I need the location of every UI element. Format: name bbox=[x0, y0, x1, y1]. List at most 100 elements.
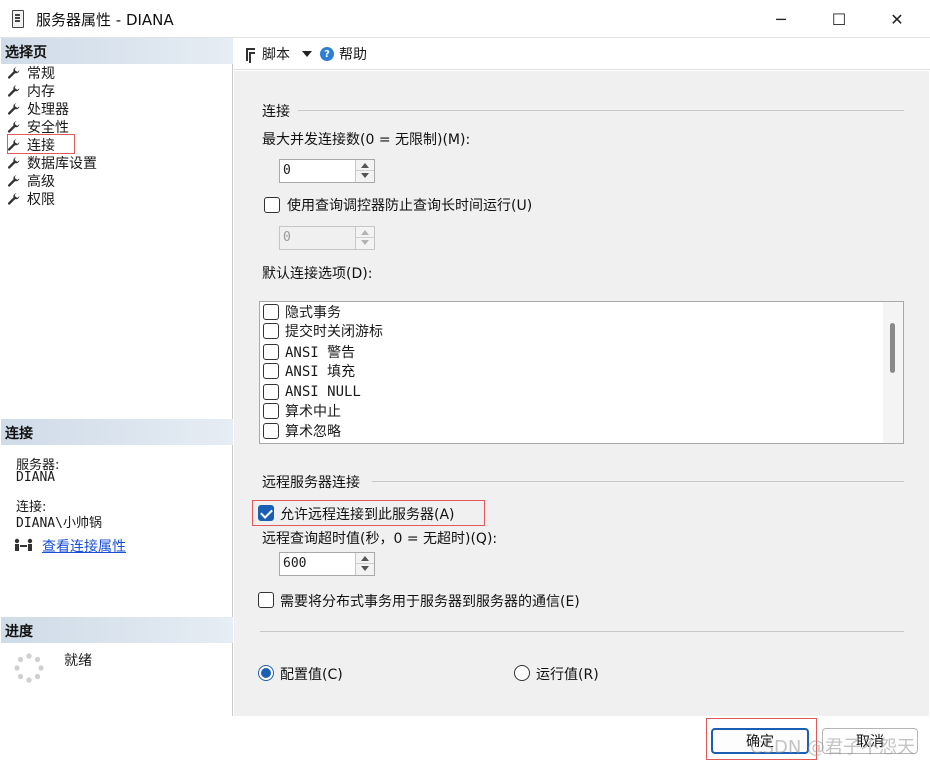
option-checkbox[interactable] bbox=[263, 323, 279, 339]
wrench-icon bbox=[7, 120, 21, 134]
list-item[interactable]: 算术中止 bbox=[263, 401, 341, 421]
help-button[interactable]: 帮助 bbox=[339, 44, 367, 64]
query-governor-label: 使用查询调控器防止查询长时间运行(U) bbox=[287, 198, 533, 214]
nav-item-label: 权限 bbox=[27, 192, 55, 208]
remote-timeout-label: 远程查询超时值(秒，0 = 无超时)(Q): bbox=[262, 531, 498, 547]
up-arrow-icon bbox=[361, 230, 369, 235]
option-label: ANSI 填充 bbox=[285, 364, 356, 380]
down-arrow-icon[interactable] bbox=[361, 566, 369, 571]
spinner-arrows[interactable] bbox=[355, 553, 374, 575]
maximize-button[interactable]: ☐ bbox=[816, 0, 862, 38]
help-icon[interactable]: ? bbox=[320, 47, 334, 61]
list-item[interactable]: ANSI 警告 bbox=[263, 342, 355, 362]
wrench-icon bbox=[7, 174, 21, 188]
nav-item-database-settings[interactable]: 数据库设置 bbox=[7, 154, 97, 172]
running-value-radio[interactable] bbox=[514, 665, 530, 681]
option-label: 提交时关闭游标 bbox=[285, 324, 383, 340]
option-label: ANSI 警告 bbox=[285, 345, 356, 361]
list-item[interactable]: ANSI 填充 bbox=[263, 361, 355, 381]
list-item[interactable]: ANSI NULL bbox=[263, 382, 361, 402]
scrollbar-thumb[interactable] bbox=[890, 323, 895, 373]
option-checkbox[interactable] bbox=[263, 403, 279, 419]
connection-value: DIANA\小帅锅 bbox=[16, 516, 102, 531]
toolbar: 脚本 ? 帮助 bbox=[234, 38, 930, 70]
selected-item-highlight bbox=[7, 134, 75, 154]
nav-item-label: 数据库设置 bbox=[27, 156, 97, 172]
wrench-icon bbox=[7, 102, 21, 116]
wrench-icon bbox=[7, 192, 21, 206]
option-checkbox[interactable] bbox=[263, 344, 279, 360]
spinner-arrows bbox=[355, 227, 374, 249]
running-value-label: 运行值(R) bbox=[536, 667, 599, 683]
option-checkbox[interactable] bbox=[263, 363, 279, 379]
configured-value-radio[interactable] bbox=[258, 665, 274, 681]
nav-item-processors[interactable]: 处理器 bbox=[7, 100, 69, 118]
left-pane: 选择页 常规 内存 处理器 安全性 连接 数据库设置 高级 权限 连接 服务器:… bbox=[1, 38, 233, 716]
nav-item-label: 常规 bbox=[27, 66, 55, 82]
option-label: 隐式事务 bbox=[285, 305, 341, 321]
group-divider bbox=[372, 481, 904, 482]
default-options-list[interactable]: 隐式事务 提交时关闭游标 ANSI 警告 ANSI 填充 ANSI NULL 算… bbox=[259, 301, 904, 444]
close-button[interactable]: ✕ bbox=[874, 0, 920, 38]
wrench-icon bbox=[7, 66, 21, 80]
script-button[interactable]: 脚本 bbox=[262, 44, 290, 64]
remote-timeout-spinner[interactable]: 600 bbox=[279, 552, 375, 576]
query-governor-spinner: 0 bbox=[279, 226, 375, 250]
divider bbox=[260, 631, 904, 632]
nav-item-general[interactable]: 常规 bbox=[7, 64, 55, 82]
down-arrow-icon bbox=[361, 240, 369, 245]
wrench-icon bbox=[7, 84, 21, 98]
wrench-icon bbox=[7, 156, 21, 170]
nav-item-advanced[interactable]: 高级 bbox=[7, 172, 55, 190]
options-scrollbar[interactable] bbox=[883, 302, 903, 443]
nav-item-memory[interactable]: 内存 bbox=[7, 82, 55, 100]
option-checkbox[interactable] bbox=[263, 423, 279, 439]
option-checkbox[interactable] bbox=[263, 384, 279, 400]
connection-properties-icon bbox=[13, 538, 35, 556]
select-page-header: 选择页 bbox=[1, 38, 233, 64]
script-icon[interactable] bbox=[243, 47, 257, 67]
status-text: 就绪 bbox=[64, 653, 92, 669]
max-connections-value[interactable]: 0 bbox=[283, 163, 291, 178]
option-checkbox[interactable] bbox=[263, 304, 279, 320]
title-bar: 服务器属性 - DIANA ─ ☐ ✕ bbox=[0, 0, 930, 38]
query-governor-checkbox[interactable] bbox=[264, 197, 280, 213]
allow-remote-checkbox[interactable] bbox=[258, 505, 274, 521]
distributed-tx-label: 需要将分布式事务用于服务器到服务器的通信(E) bbox=[280, 594, 580, 610]
distributed-tx-checkbox[interactable] bbox=[258, 592, 274, 608]
progress-spinner-icon bbox=[13, 652, 45, 684]
minimize-button[interactable]: ─ bbox=[758, 0, 804, 38]
list-item[interactable]: 隐式事务 bbox=[263, 302, 341, 322]
down-arrow-icon[interactable] bbox=[361, 173, 369, 178]
configured-value-label: 配置值(C) bbox=[280, 667, 343, 683]
up-arrow-icon[interactable] bbox=[361, 556, 369, 561]
group-divider bbox=[298, 110, 904, 111]
max-connections-label: 最大并发连接数(0 = 无限制)(M): bbox=[262, 132, 471, 148]
allow-remote-label: 允许远程连接到此服务器(A) bbox=[280, 507, 455, 523]
connection-header: 连接 bbox=[1, 419, 233, 445]
default-options-label: 默认连接选项(D): bbox=[262, 266, 373, 282]
nav-item-label: 内存 bbox=[27, 84, 55, 100]
view-connection-properties-link[interactable]: 查看连接属性 bbox=[42, 536, 126, 556]
dropdown-arrow-icon[interactable] bbox=[302, 51, 312, 57]
nav-item-label: 高级 bbox=[27, 174, 55, 190]
spinner-arrows[interactable] bbox=[355, 160, 374, 182]
nav-item-label: 处理器 bbox=[27, 102, 69, 118]
progress-header: 进度 bbox=[1, 617, 233, 643]
query-governor-value: 0 bbox=[283, 230, 291, 245]
main-panel: 连接 最大并发连接数(0 = 无限制)(M): 0 使用查询调控器防止查询长时间… bbox=[234, 71, 929, 716]
option-label: 算术中止 bbox=[285, 404, 341, 420]
remote-timeout-value[interactable]: 600 bbox=[283, 556, 306, 571]
server-value: DIANA bbox=[16, 470, 56, 485]
option-label: ANSI NULL bbox=[285, 384, 361, 400]
option-label: 算术忽略 bbox=[285, 424, 341, 440]
remote-group-title: 远程服务器连接 bbox=[262, 475, 360, 491]
list-item[interactable]: 算术忽略 bbox=[263, 421, 341, 441]
list-item[interactable]: 提交时关闭游标 bbox=[263, 321, 383, 341]
nav-item-permissions[interactable]: 权限 bbox=[7, 190, 55, 208]
max-connections-spinner[interactable]: 0 bbox=[279, 159, 375, 183]
connections-group-title: 连接 bbox=[262, 104, 290, 120]
up-arrow-icon[interactable] bbox=[361, 163, 369, 168]
watermark: CSDN @君子不怨天 bbox=[750, 737, 916, 758]
server-icon bbox=[12, 10, 24, 28]
